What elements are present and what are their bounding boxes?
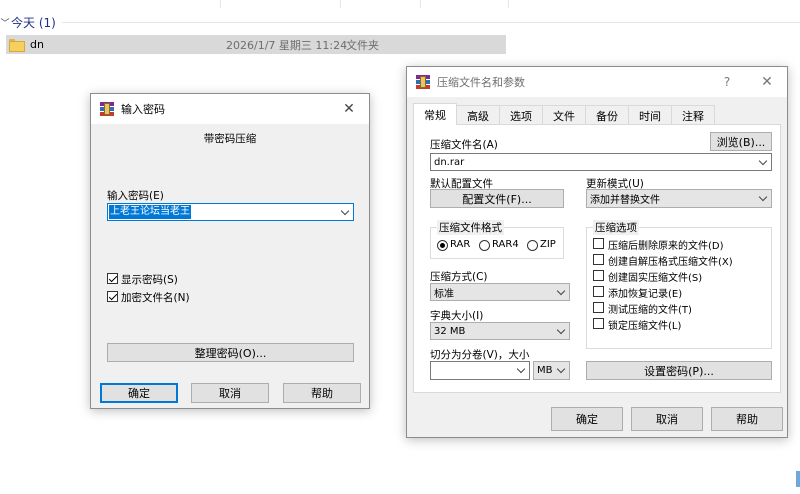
format-rar-radio[interactable] bbox=[437, 240, 448, 251]
browse-button[interactable]: 浏览(B)... bbox=[710, 132, 772, 151]
archive-name-value: dn.rar bbox=[434, 156, 465, 168]
tab-time[interactable]: 时间 bbox=[628, 105, 672, 125]
tab-options[interactable]: 选项 bbox=[499, 105, 543, 125]
organize-passwords-button[interactable]: 整理密码(O)... bbox=[107, 343, 354, 362]
compression-method-select[interactable]: 标准 bbox=[430, 283, 570, 301]
encrypt-filenames-label: 加密文件名(N) bbox=[121, 292, 190, 304]
tab-backup[interactable]: 备份 bbox=[585, 105, 629, 125]
option-recovery-label: 添加恢复记录(E) bbox=[608, 289, 683, 300]
compression-options-title: 压缩选项 bbox=[593, 220, 639, 235]
password-value: 上老王论坛当老王 bbox=[109, 205, 191, 219]
archive-dialog: 压缩文件名和参数 ? ✕ 常规 高级 选项 文件 备份 时间 注释 压缩文件名(… bbox=[406, 66, 788, 438]
encrypt-filenames-checkbox[interactable] bbox=[107, 291, 118, 302]
chevron-down-icon[interactable] bbox=[556, 326, 566, 336]
ok-button[interactable]: 确定 bbox=[551, 407, 623, 431]
split-unit-select[interactable]: MB bbox=[533, 361, 570, 380]
password-input[interactable]: 上老王论坛当老王 bbox=[107, 203, 354, 221]
compression-method-value: 标准 bbox=[434, 288, 454, 300]
dictionary-size-label: 字典大小(I) bbox=[430, 310, 484, 322]
group-label: 今天 (1) bbox=[11, 15, 56, 30]
close-icon[interactable]: ✕ bbox=[329, 94, 369, 124]
option-lock-label: 锁定压缩文件(L) bbox=[608, 321, 682, 332]
help-button[interactable]: 帮助 bbox=[283, 383, 361, 403]
password-label: 输入密码(E) bbox=[107, 190, 164, 202]
option-test-label: 测试压缩的文件(T) bbox=[608, 305, 692, 316]
update-mode-select[interactable]: 添加并替换文件 bbox=[586, 189, 772, 208]
split-volumes-label: 切分为分卷(V)，大小 bbox=[430, 349, 530, 361]
cancel-button[interactable]: 取消 bbox=[191, 383, 269, 403]
chevron-down-icon[interactable] bbox=[556, 365, 566, 375]
option-solid-label: 创建固实压缩文件(S) bbox=[608, 273, 703, 284]
chevron-down-icon: ﹀ bbox=[0, 18, 10, 29]
set-password-button[interactable]: 设置密码(P)... bbox=[586, 361, 772, 380]
update-mode-value: 添加并替换文件 bbox=[590, 195, 660, 206]
password-dialog-subtitle: 带密码压缩 bbox=[203, 133, 257, 145]
chevron-down-icon[interactable] bbox=[758, 157, 768, 167]
archive-name-input[interactable]: dn.rar bbox=[430, 153, 772, 171]
password-dialog-titlebar[interactable]: 输入密码 ✕ bbox=[91, 94, 369, 124]
cancel-button[interactable]: 取消 bbox=[631, 407, 703, 431]
winrar-icon bbox=[100, 102, 114, 116]
format-rar-label: RAR bbox=[450, 239, 471, 250]
group-divider bbox=[62, 22, 800, 23]
format-zip-radio[interactable] bbox=[527, 240, 538, 251]
option-recovery-checkbox[interactable] bbox=[593, 286, 604, 297]
chevron-down-icon[interactable] bbox=[340, 207, 350, 217]
chevron-down-icon[interactable] bbox=[516, 365, 526, 375]
option-delete-after-label: 压缩后删除原来的文件(D) bbox=[608, 241, 724, 252]
archive-dialog-title: 压缩文件名和参数 bbox=[437, 76, 525, 89]
file-type: 文件夹 bbox=[346, 38, 379, 52]
option-test-checkbox[interactable] bbox=[593, 302, 604, 313]
general-tab-panel: 压缩文件名(A) 浏览(B)... dn.rar 默认配置文件 配置文件(F).… bbox=[413, 124, 781, 393]
archive-format-group: 压缩文件格式 RAR RAR4 ZIP bbox=[430, 220, 564, 259]
password-dialog-title: 输入密码 bbox=[121, 103, 165, 116]
tab-general[interactable]: 常规 bbox=[413, 103, 457, 125]
ok-button[interactable]: 确定 bbox=[100, 383, 178, 403]
format-rar4-label: RAR4 bbox=[492, 239, 519, 250]
tab-files[interactable]: 文件 bbox=[542, 105, 586, 125]
scrollbar-edge bbox=[796, 471, 800, 487]
close-icon[interactable]: ✕ bbox=[747, 67, 787, 97]
archive-name-label: 压缩文件名(A) bbox=[430, 139, 498, 151]
file-name: dn bbox=[30, 38, 44, 51]
dictionary-size-select[interactable]: 32 MB bbox=[430, 322, 570, 340]
tab-advanced[interactable]: 高级 bbox=[456, 105, 500, 125]
compression-method-label: 压缩方式(C) bbox=[430, 271, 488, 283]
winrar-icon bbox=[416, 75, 430, 89]
option-delete-after-checkbox[interactable] bbox=[593, 238, 604, 249]
password-dialog: 输入密码 ✕ 带密码压缩 输入密码(E) 上老王论坛当老王 显示密码(S) 加密… bbox=[90, 93, 370, 409]
help-icon[interactable]: ? bbox=[707, 67, 747, 97]
tab-comment[interactable]: 注释 bbox=[671, 105, 715, 125]
split-size-input[interactable] bbox=[430, 361, 530, 380]
group-header-today[interactable]: ﹀ 今天 (1) bbox=[0, 14, 56, 30]
format-zip-label: ZIP bbox=[540, 239, 556, 250]
folder-icon bbox=[9, 39, 25, 52]
profiles-button[interactable]: 配置文件(F)... bbox=[430, 189, 564, 208]
option-lock-checkbox[interactable] bbox=[593, 318, 604, 329]
option-solid-checkbox[interactable] bbox=[593, 270, 604, 281]
show-password-label: 显示密码(S) bbox=[121, 274, 178, 286]
chevron-down-icon[interactable] bbox=[758, 193, 768, 203]
show-password-checkbox[interactable] bbox=[107, 273, 118, 284]
help-button[interactable]: 帮助 bbox=[711, 407, 783, 431]
dictionary-size-value: 32 MB bbox=[434, 325, 466, 337]
option-sfx-label: 创建自解压格式压缩文件(X) bbox=[608, 257, 733, 268]
archive-dialog-titlebar[interactable]: 压缩文件名和参数 ? ✕ bbox=[407, 67, 787, 97]
file-date: 2026/1/7 星期三 11:24 bbox=[226, 38, 348, 52]
option-sfx-checkbox[interactable] bbox=[593, 254, 604, 265]
compression-options-group: 压缩选项 压缩后删除原来的文件(D) 创建自解压格式压缩文件(X) 创建固实压缩… bbox=[586, 220, 772, 349]
split-unit-value: MB bbox=[537, 365, 553, 376]
file-row[interactable]: dn 2026/1/7 星期三 11:24 文件夹 bbox=[6, 35, 506, 54]
column-dividers bbox=[0, 0, 800, 10]
tab-strip: 常规 高级 选项 文件 备份 时间 注释 bbox=[413, 103, 715, 125]
format-rar4-radio[interactable] bbox=[479, 240, 490, 251]
chevron-down-icon[interactable] bbox=[556, 287, 566, 297]
archive-format-title: 压缩文件格式 bbox=[437, 220, 504, 235]
